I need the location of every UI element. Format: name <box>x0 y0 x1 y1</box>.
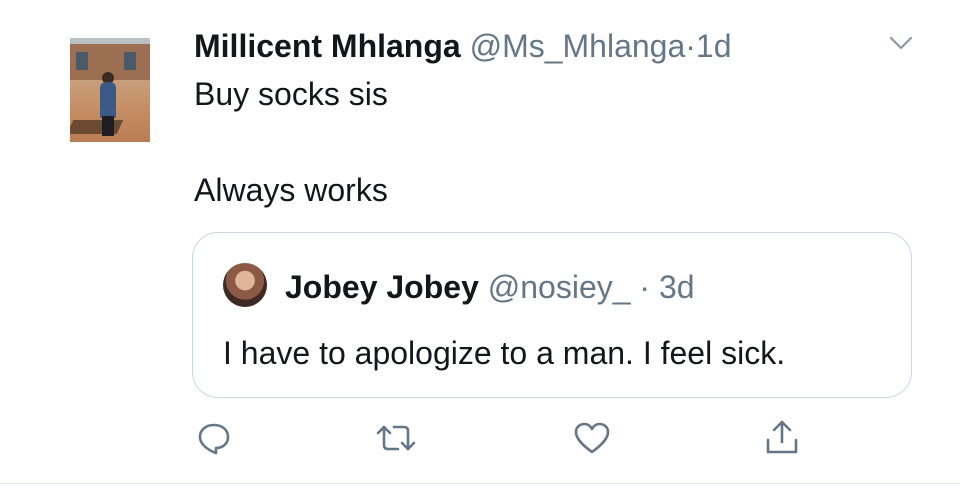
chevron-down-icon[interactable] <box>888 34 914 52</box>
avatar-photo-window <box>76 52 88 70</box>
quoted-tweet-header: Jobey Jobey @nosiey_ · 3d <box>285 267 695 307</box>
quoted-tweet-text: I have to apologize to a man. I feel sic… <box>223 335 786 371</box>
tweet-text-line: Buy socks sis <box>194 76 388 112</box>
reply-icon <box>198 423 230 455</box>
avatar-photo-window <box>124 52 136 70</box>
quoted-timestamp: 3d <box>658 269 695 305</box>
avatar-photo-shadow <box>70 120 124 134</box>
author-name[interactable]: Millicent Mhlanga <box>194 28 461 64</box>
avatar[interactable] <box>70 38 150 142</box>
avatar-photo-person <box>102 116 114 136</box>
tweet-text-line: Always works <box>194 172 388 208</box>
retweet-icon <box>376 425 416 451</box>
tweet-actions <box>0 416 960 464</box>
separator-dot: · <box>639 269 651 305</box>
reply-button[interactable] <box>192 416 236 460</box>
retweet-button[interactable] <box>374 416 418 460</box>
avatar-photo-person <box>100 82 116 118</box>
quoted-author-name: Jobey Jobey <box>285 269 479 305</box>
separator-dot: · <box>685 28 696 64</box>
divider <box>0 483 960 484</box>
like-button[interactable] <box>570 416 614 460</box>
like-icon <box>574 422 610 454</box>
quoted-author-handle: @nosiey_ <box>487 269 631 305</box>
author-handle[interactable]: @Ms_Mhlanga <box>470 28 686 64</box>
quoted-tweet-card[interactable]: Jobey Jobey @nosiey_ · 3d I have to apol… <box>192 232 912 398</box>
timestamp[interactable]: 1d <box>696 28 732 64</box>
share-icon <box>766 420 798 454</box>
share-button[interactable] <box>760 416 804 460</box>
quoted-avatar[interactable] <box>223 263 267 307</box>
tweet-header: Millicent Mhlanga @Ms_Mhlanga·1d <box>194 26 732 66</box>
